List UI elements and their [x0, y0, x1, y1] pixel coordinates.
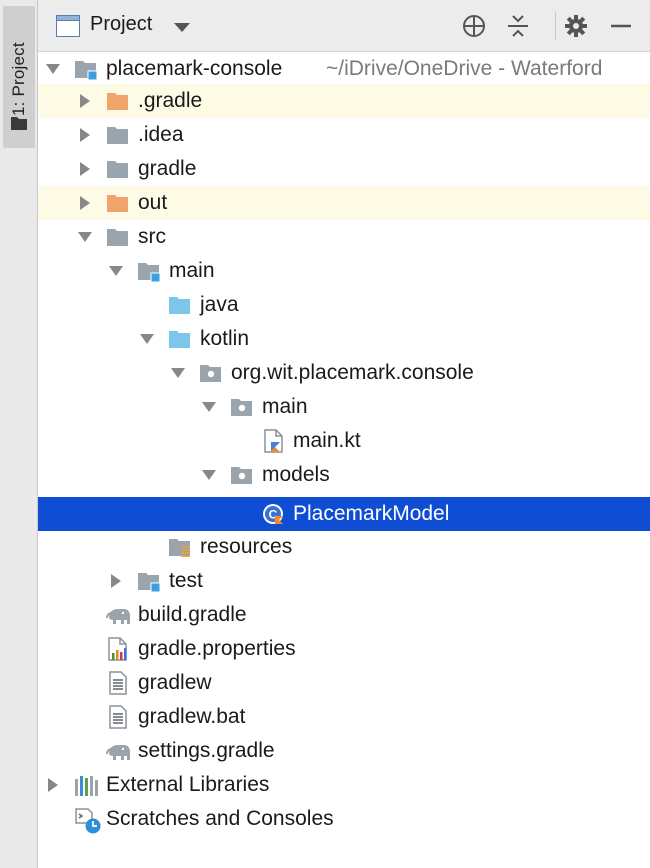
tree-item-gradle-properties[interactable]: gradle.properties [38, 632, 650, 666]
package-icon [199, 361, 223, 385]
tree-item-external-libraries[interactable]: External Libraries [38, 768, 650, 802]
locate-icon[interactable] [461, 13, 487, 39]
collapsed-arrow-icon[interactable] [78, 94, 92, 108]
tree-item-label: External Libraries [106, 773, 270, 796]
tree-item-main-kt[interactable]: main.kt [38, 424, 650, 458]
tree-item-label: org.wit.placemark.console [231, 361, 474, 384]
tree-item-label: kotlin [200, 327, 250, 350]
tree-item-label: Scratches and Consoles [106, 807, 334, 830]
tree-item-label: resources [200, 535, 293, 558]
tree-item-kotlin[interactable]: kotlin [38, 322, 650, 356]
text-file-icon [106, 671, 130, 695]
excluded-folder-icon [106, 191, 130, 215]
folder-icon [106, 123, 130, 147]
expanded-arrow-icon[interactable] [46, 62, 60, 76]
properties-file-icon [106, 637, 130, 661]
tree-item-gradle-folder[interactable]: gradle [38, 152, 650, 186]
tree-item-label: out [138, 191, 168, 214]
tree-item-build-gradle[interactable]: build.gradle [38, 598, 650, 632]
module-folder-icon [137, 259, 161, 283]
gradle-elephant-icon [106, 739, 130, 763]
expanded-arrow-icon[interactable] [202, 468, 216, 482]
tree-item-label: test [169, 569, 203, 592]
tree-item-label: settings.gradle [138, 739, 275, 762]
collapsed-arrow-icon[interactable] [78, 196, 92, 210]
tree-item-main-package[interactable]: main [38, 390, 650, 424]
tree-item-label: .gradle [138, 89, 203, 112]
tree-item-out[interactable]: out [38, 186, 650, 220]
module-folder-icon [74, 57, 98, 81]
tree-item-package-root[interactable]: org.wit.placemark.console [38, 356, 650, 390]
tool-window-strip: 1: Project [0, 0, 38, 868]
expanded-arrow-icon[interactable] [78, 230, 92, 244]
kotlin-file-icon [262, 429, 286, 453]
source-folder-icon [168, 327, 192, 351]
collapsed-arrow-icon[interactable] [78, 128, 92, 142]
source-folder-icon [168, 293, 192, 317]
collapsed-arrow-icon[interactable] [78, 162, 92, 176]
tree-item-gradlew[interactable]: gradlew [38, 666, 650, 700]
package-icon [230, 395, 254, 419]
chevron-down-icon[interactable] [174, 20, 190, 38]
tree-item-label: gradlew [138, 671, 212, 694]
tree-item-label: models [262, 463, 330, 486]
tree-item-gradlew-bat[interactable]: gradlew.bat [38, 700, 650, 734]
collapsed-arrow-icon[interactable] [46, 778, 60, 792]
package-icon [230, 463, 254, 487]
settings-icon[interactable] [563, 13, 589, 39]
tree-item-main-module[interactable]: main [38, 254, 650, 288]
tree-item-label: java [200, 293, 239, 316]
module-folder-icon [137, 569, 161, 593]
tree-item-label: main [169, 259, 215, 282]
expanded-arrow-icon[interactable] [109, 264, 123, 278]
header-divider [555, 12, 556, 40]
libraries-icon [74, 773, 98, 797]
tree-item-label: gradlew.bat [138, 705, 246, 728]
tree-item-dot-gradle[interactable]: .gradle [38, 84, 650, 118]
tree-item-label: gradle [138, 157, 197, 180]
tree-item-idea[interactable]: .idea [38, 118, 650, 152]
expanded-arrow-icon[interactable] [171, 366, 185, 380]
tree-item-label: main.kt [293, 429, 361, 452]
tree-item-label: main [262, 395, 308, 418]
project-tree: placemark-console ~/iDrive/OneDrive - Wa… [38, 52, 650, 868]
collapsed-arrow-icon[interactable] [109, 574, 123, 588]
tree-item-placemarkmodel[interactable]: C PlacemarkModel [38, 497, 650, 531]
hide-icon[interactable] [608, 13, 634, 39]
tree-item-path-hint: ~/iDrive/OneDrive - Waterford [326, 57, 603, 80]
collapse-all-icon[interactable] [505, 13, 531, 39]
kotlin-class-icon: C [261, 502, 285, 526]
tree-item-java[interactable]: java [38, 288, 650, 322]
view-selector-title[interactable]: Project [90, 13, 152, 36]
tree-item-label: gradle.properties [138, 637, 296, 660]
tree-item-resources[interactable]: resources [38, 530, 650, 564]
folder-icon [11, 116, 27, 135]
project-tool-tab[interactable]: 1: Project [3, 6, 35, 148]
tree-item-settings-gradle[interactable]: settings.gradle [38, 734, 650, 768]
tree-item-label: src [138, 225, 166, 248]
folder-icon [106, 225, 130, 249]
tree-item-scratches[interactable]: Scratches and Consoles [38, 802, 650, 836]
scratches-icon [74, 807, 101, 834]
tree-item-label: build.gradle [138, 603, 247, 626]
tree-item-label: PlacemarkModel [293, 502, 450, 525]
tree-item-test[interactable]: test [38, 564, 650, 598]
excluded-folder-icon [106, 89, 130, 113]
project-header: Project [38, 0, 650, 52]
tree-item-placemark-console[interactable]: placemark-console ~/iDrive/OneDrive - Wa… [38, 52, 650, 86]
resources-folder-icon [168, 535, 192, 559]
expanded-arrow-icon[interactable] [140, 332, 154, 346]
expanded-arrow-icon[interactable] [202, 400, 216, 414]
tree-item-models[interactable]: models [38, 458, 650, 492]
project-view-icon [56, 15, 80, 42]
folder-icon [106, 157, 130, 181]
gradle-elephant-icon [106, 603, 130, 627]
tree-item-label: .idea [138, 123, 184, 146]
tree-item-label: placemark-console [106, 57, 283, 80]
text-file-icon [106, 705, 130, 729]
tree-item-src[interactable]: src [38, 220, 650, 254]
